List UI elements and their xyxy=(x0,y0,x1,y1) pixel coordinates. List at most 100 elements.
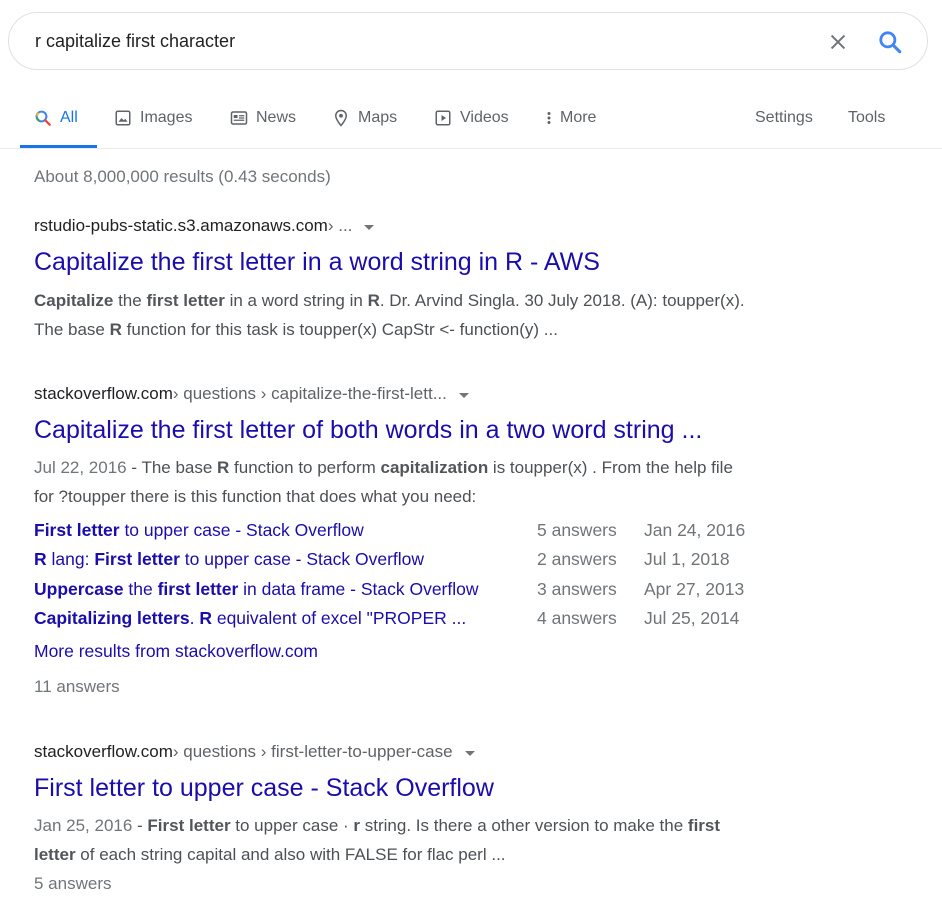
result-domain: rstudio-pubs-static.s3.amazonaws.com xyxy=(34,216,328,235)
search-box xyxy=(8,12,928,70)
highlighted-term: Uppercase xyxy=(34,579,124,599)
highlighted-term: first letter xyxy=(146,291,225,310)
highlighted-term: R xyxy=(109,320,122,339)
close-icon[interactable] xyxy=(827,31,849,53)
snippet-line: letter of each string capital and also w… xyxy=(34,840,834,869)
answers-count: 5 answers xyxy=(34,874,112,893)
highlighted-term: First letter xyxy=(34,520,120,540)
result-date: Jul 22, 2016 xyxy=(34,458,127,477)
highlighted-term: capitalization xyxy=(380,458,489,477)
text-run: the xyxy=(123,579,158,599)
more-vert-icon xyxy=(547,112,551,124)
tab-label: All xyxy=(60,109,78,126)
tab-more[interactable]: More xyxy=(544,104,596,132)
search-input[interactable] xyxy=(35,26,795,56)
result-path: › questions › first-letter-to-upper-case xyxy=(172,742,453,761)
highlighted-term: R xyxy=(34,549,47,569)
highlighted-term: letter xyxy=(34,845,76,864)
tab-label: Tools xyxy=(848,109,886,126)
search-tabs: All Images News Maps Videos More Setting… xyxy=(0,96,942,149)
highlighted-term: first xyxy=(687,816,721,835)
sub-result-link[interactable]: Capitalizing letters. R equivalent of ex… xyxy=(34,608,466,629)
more-results-link[interactable]: More results from stackoverflow.com xyxy=(34,641,318,662)
tab-label: Videos xyxy=(460,109,509,126)
sub-result-row: Uppercase the first letter in data frame… xyxy=(34,579,794,607)
result-path: › questions › capitalize-the-first-lett.… xyxy=(172,384,447,403)
tab-label: News xyxy=(256,109,297,126)
tab-news[interactable]: News xyxy=(230,104,296,132)
sub-result-date: Jul 1, 2018 xyxy=(644,549,730,569)
sub-result-date: Jan 24, 2016 xyxy=(644,520,746,540)
snippet-line: for ?toupper there is this function that… xyxy=(34,482,834,511)
sub-result-link[interactable]: Uppercase the first letter in data frame… xyxy=(34,579,479,600)
snippet-line: The base R function for this task is tou… xyxy=(34,315,834,344)
result-url[interactable]: stackoverflow.com › questions › first-le… xyxy=(34,742,475,762)
text-run: . Dr. Arvind Singla. 30 July 2018. (A): … xyxy=(379,291,745,310)
tab-label: More xyxy=(560,109,597,126)
chevron-down-icon[interactable] xyxy=(364,224,375,230)
result-title-link[interactable]: Capitalize the first letter in a word st… xyxy=(34,248,600,277)
search-result: rstudio-pubs-static.s3.amazonaws.com › .… xyxy=(34,216,375,236)
search-icon xyxy=(35,110,51,126)
highlighted-term: R xyxy=(217,458,230,477)
text-run: string. Is there a other version to make… xyxy=(360,816,688,835)
result-snippet: Jul 22, 2016 - The base R function to pe… xyxy=(34,453,834,511)
sub-result-date: Jul 25, 2014 xyxy=(644,608,740,628)
sub-result-row: R lang: First letter to upper case - Sta… xyxy=(34,549,794,577)
text-run: function for this task is toupper(x) Cap… xyxy=(121,320,558,339)
tab-tools[interactable]: Tools xyxy=(848,104,885,132)
result-domain: stackoverflow.com xyxy=(34,384,173,403)
text-run: - The base xyxy=(126,458,218,477)
result-snippet: Capitalize the first letter in a word st… xyxy=(34,286,834,344)
snippet-text: - The base R function to perform capital… xyxy=(127,458,733,477)
text-run: function to perform xyxy=(229,458,381,477)
result-title-link[interactable]: First letter to upper case - Stack Overf… xyxy=(34,774,494,803)
highlighted-term: Capitalize xyxy=(34,291,114,310)
tab-all[interactable]: All xyxy=(34,104,78,132)
snippet-line: Capitalize the first letter in a word st… xyxy=(34,286,834,315)
tab-images[interactable]: Images xyxy=(114,104,192,132)
news-icon xyxy=(230,111,248,125)
result-url[interactable]: rstudio-pubs-static.s3.amazonaws.com › .… xyxy=(34,216,375,236)
text-run: of each string capital and also with FAL… xyxy=(75,845,506,864)
result-url[interactable]: stackoverflow.com › questions › capitali… xyxy=(34,384,469,404)
text-run: equivalent of excel "PROPER ... xyxy=(211,608,467,628)
result-title-link[interactable]: Capitalize the first letter of both word… xyxy=(34,416,702,445)
sub-result-count: 3 answers xyxy=(537,579,617,599)
video-icon xyxy=(435,110,451,126)
snippet-line: Jan 25, 2016 - First letter to upper cas… xyxy=(34,811,834,840)
sub-result-link[interactable]: R lang: First letter to upper case - Sta… xyxy=(34,549,424,570)
result-stats: About 8,000,000 results (0.43 seconds) xyxy=(34,167,331,186)
map-pin-icon xyxy=(334,109,348,127)
text-run: . xyxy=(189,608,200,628)
tab-maps[interactable]: Maps xyxy=(332,104,397,132)
search-result: stackoverflow.com › questions › capitali… xyxy=(34,384,469,404)
sub-result-link[interactable]: First letter to upper case - Stack Overf… xyxy=(34,520,364,541)
tab-settings[interactable]: Settings xyxy=(755,104,813,132)
highlighted-term: R xyxy=(367,291,380,310)
sub-result-row: First letter to upper case - Stack Overf… xyxy=(34,520,794,548)
snippet-line: Jul 22, 2016 - The base R function to pe… xyxy=(34,453,834,482)
chevron-down-icon[interactable] xyxy=(464,750,475,756)
text-run: - xyxy=(132,816,148,835)
text-run: The base xyxy=(34,320,110,339)
highlighted-term: First letter xyxy=(94,549,180,569)
sub-result-count: 5 answers xyxy=(537,520,617,540)
sub-result-row: Capitalizing letters. R equivalent of ex… xyxy=(34,608,794,636)
image-icon xyxy=(115,110,131,126)
tab-videos[interactable]: Videos xyxy=(434,104,509,132)
answers-count: 11 answers xyxy=(34,677,120,696)
text-run: is toupper(x) . From the help file xyxy=(488,458,733,477)
tab-label: Settings xyxy=(755,109,813,126)
search-icon[interactable] xyxy=(877,29,903,55)
text-run: the xyxy=(113,291,147,310)
sub-result-count: 2 answers xyxy=(537,549,617,569)
text-run: to upper case - Stack Overflow xyxy=(119,520,364,540)
highlighted-term: first letter xyxy=(157,579,239,599)
text-run: to upper case - Stack Overflow xyxy=(179,549,425,569)
highlighted-term: R xyxy=(199,608,212,628)
result-domain: stackoverflow.com xyxy=(34,742,173,761)
result-snippet: Jan 25, 2016 - First letter to upper cas… xyxy=(34,811,834,869)
chevron-down-icon[interactable] xyxy=(458,392,469,398)
tab-label: Images xyxy=(140,109,193,126)
